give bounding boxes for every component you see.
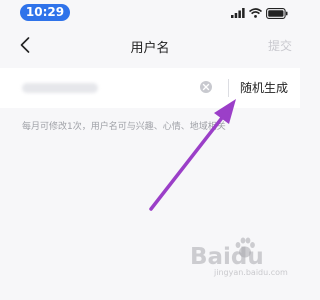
baidu-watermark: Baidu jingyan.baidu.com [184, 232, 294, 282]
paw-icon [235, 237, 255, 258]
watermark-domain: jingyan.baidu.com [214, 268, 288, 277]
